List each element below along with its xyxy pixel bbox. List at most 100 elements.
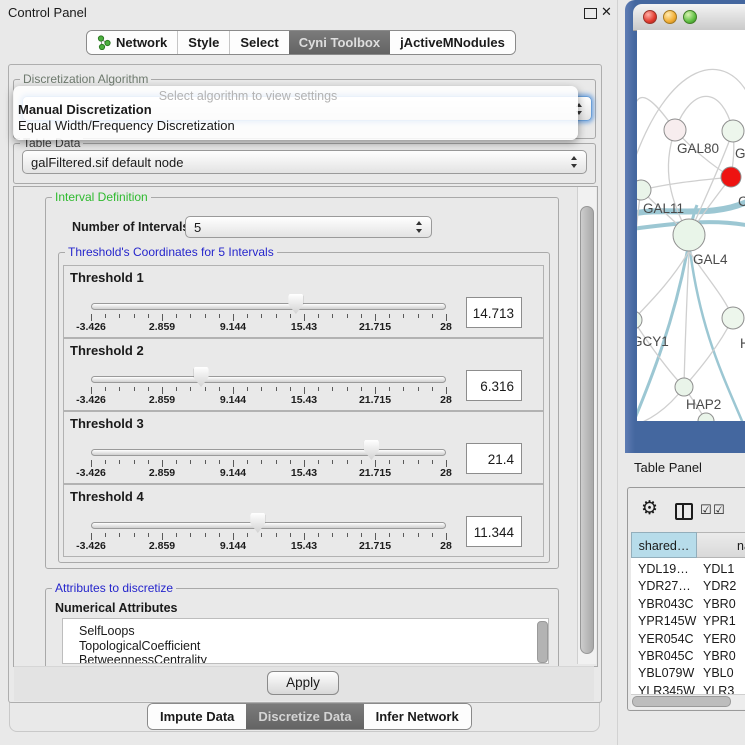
slider-thumb[interactable] [250,513,265,533]
tick-label: -3.426 [63,540,119,552]
attributes-scrollbar-thumb[interactable] [537,621,548,663]
attribute-list-item[interactable]: TopologicalCoefficient [63,639,548,654]
tab-impute-data[interactable]: Impute Data [148,704,246,729]
node-table-rows[interactable]: YDL19…YDL1YDR27…YDR2YBR043CYBR0YPR145WYP… [631,558,745,706]
major-tick [91,533,92,540]
slider-thumb[interactable] [364,440,379,460]
dropdown-option-manual-discretization[interactable]: Manual Discretization [18,102,152,117]
major-tick [375,533,376,540]
major-tick [446,314,447,321]
minor-tick [205,533,206,537]
tab-cyni-toolbox[interactable]: Cyni Toolbox [289,31,390,54]
minor-tick [190,314,191,318]
network-node[interactable] [721,167,741,187]
tab-style[interactable]: Style [177,31,229,54]
split-table-icon[interactable] [675,503,693,520]
checkbox-icon[interactable]: ☑ [700,503,712,516]
minor-tick [247,387,248,391]
network-node[interactable] [664,119,686,141]
network-node[interactable] [698,413,714,421]
minor-tick [134,314,135,318]
network-node[interactable] [722,120,744,142]
network-node[interactable] [722,307,744,329]
dropdown-option-equal-width-frequency[interactable]: Equal Width/Frequency Discretization [18,118,235,133]
cyni-mode-tabbar: Impute DataDiscretize DataInfer Network [147,703,472,730]
major-tick [233,387,234,394]
minor-tick [119,533,120,537]
table-panel-title: Table Panel [634,460,702,475]
column-header-shared-name[interactable]: shared… [631,532,697,558]
column-header-name[interactable]: na [697,532,745,558]
minor-tick [361,533,362,537]
slider-track[interactable] [91,376,446,383]
tick-label: -3.426 [63,394,119,406]
threshold-value-field[interactable]: 6.316 [466,370,522,401]
horizontal-scrollbar-thumb[interactable] [632,696,731,707]
float-window-icon[interactable] [584,8,597,19]
network-node[interactable] [637,311,642,329]
minor-tick [361,387,362,391]
zoom-traffic-light-icon[interactable] [683,10,697,24]
network-node[interactable] [673,219,705,251]
node-label: GAL80 [677,141,719,156]
minor-tick [432,387,433,391]
node-label: C [738,194,745,209]
minor-tick [148,533,149,537]
apply-button[interactable]: Apply [267,671,339,695]
tab-network[interactable]: Network [87,31,177,54]
minor-tick [276,460,277,464]
tick-label: 2.859 [134,540,190,552]
minor-tick [347,314,348,318]
close-traffic-light-icon[interactable] [643,10,657,24]
threshold-value-field[interactable]: 21.4 [466,443,522,474]
close-icon[interactable]: ✕ [601,4,612,20]
minor-tick [205,387,206,391]
table-data-combobox[interactable]: galFiltered.sif default node [22,150,587,174]
network-tree-icon [97,35,111,50]
tab-discretize-data[interactable]: Discretize Data [246,704,363,729]
tick-label: 9.144 [205,321,261,333]
numerical-attributes-list[interactable]: SelfLoopsTopologicalCoefficientBetweenne… [62,618,549,664]
threshold-label: Threshold 2 [70,343,144,358]
minor-tick [432,314,433,318]
gear-icon[interactable]: ⚙ [641,499,658,518]
minor-tick [219,533,220,537]
tick-label: 2.859 [134,467,190,479]
minor-tick [347,533,348,537]
minor-tick [261,533,262,537]
slider-track[interactable] [91,522,446,529]
minor-tick [148,460,149,464]
major-tick [375,314,376,321]
tab-jactivemnodules[interactable]: jActiveMNodules [390,31,515,54]
minor-tick [276,533,277,537]
minor-tick [190,387,191,391]
slider-track[interactable] [91,449,446,456]
panel-divider [617,0,618,745]
network-node[interactable] [675,378,693,396]
slider-thumb[interactable] [288,294,303,314]
slider-track[interactable] [91,303,446,310]
minor-tick [134,533,135,537]
num-intervals-combobox[interactable]: 5 [185,216,432,238]
minor-tick [332,533,333,537]
num-intervals-label: Number of Intervals [72,220,189,234]
slider-thumb[interactable] [194,367,209,387]
cell-name: YBR0 [703,597,736,611]
threshold-value-field[interactable]: 11.344 [466,516,522,547]
major-tick [233,533,234,540]
tab-infer-network[interactable]: Infer Network [364,704,471,729]
vertical-scrollbar-thumb[interactable] [580,206,594,654]
node-label: GAL4 [693,252,728,267]
tab-select[interactable]: Select [229,31,288,54]
minimize-traffic-light-icon[interactable] [663,10,677,24]
tick-label: 9.144 [205,394,261,406]
major-tick [162,533,163,540]
tab-label: Select [240,31,278,54]
checkbox-icon[interactable]: ☑ [713,503,725,516]
minor-tick [190,460,191,464]
minor-tick [347,387,348,391]
attribute-list-item[interactable]: SelfLoops [63,624,548,639]
attribute-list-item[interactable]: BetweennessCentrality [63,653,548,664]
network-canvas[interactable]: GAL80G.CGAL11GAL4GCY1HHAP2 [637,30,745,421]
threshold-value-field[interactable]: 14.713 [466,297,522,328]
